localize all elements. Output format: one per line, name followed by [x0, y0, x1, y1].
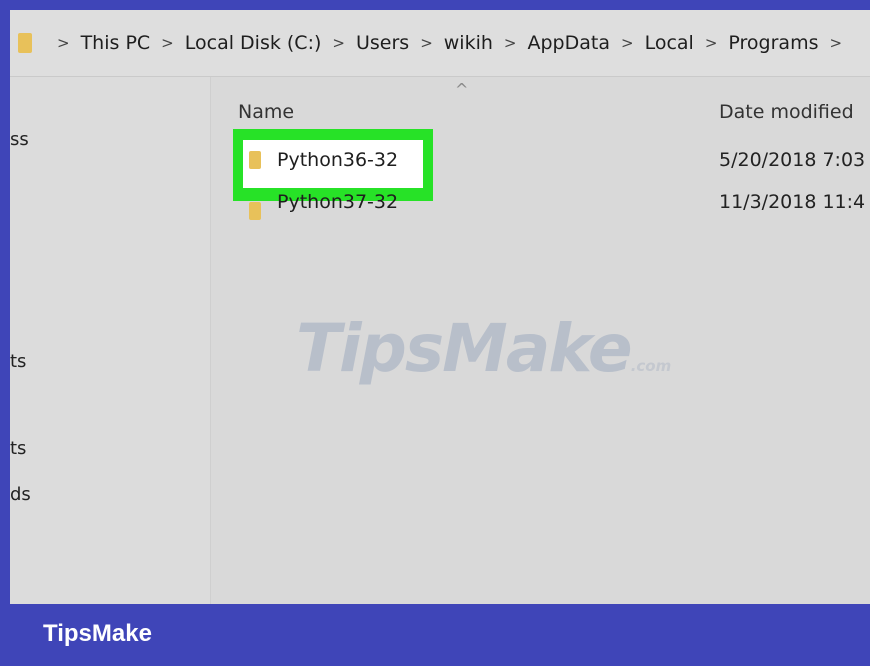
watermark-brand: TipsMake — [296, 310, 633, 387]
breadcrumb-local-disk[interactable]: Local Disk (C:) — [185, 32, 322, 54]
chevron-right-icon[interactable]: > — [57, 34, 70, 52]
address-bar[interactable]: > This PC > Local Disk (C:) > Users > wi… — [10, 10, 870, 77]
breadcrumb-appdata[interactable]: AppData — [528, 32, 611, 54]
file-list: ^ Name Date modified Python36-32 5/20/20… — [211, 77, 870, 604]
folder-icon — [249, 202, 261, 220]
breadcrumb-local[interactable]: Local — [645, 32, 694, 54]
watermark-suffix: .com — [630, 357, 672, 375]
nav-item[interactable]: ts — [10, 438, 26, 459]
nav-item[interactable]: ds — [10, 484, 31, 505]
watermark: TipsMake.com — [296, 310, 671, 387]
footer-brand: TipsMake — [43, 620, 152, 647]
column-header-date-modified[interactable]: Date modified — [719, 101, 854, 123]
chevron-right-icon[interactable]: > — [332, 34, 345, 52]
file-explorer-window: > This PC > Local Disk (C:) > Users > wi… — [10, 10, 870, 604]
file-row-name[interactable]: Python37-32 — [277, 191, 398, 213]
chevron-right-icon[interactable]: > — [621, 34, 634, 52]
chevron-right-icon[interactable]: > — [504, 34, 517, 52]
file-row-name[interactable]: Python36-32 — [277, 149, 398, 171]
chevron-right-icon[interactable]: > — [705, 34, 718, 52]
breadcrumb-wikih[interactable]: wikih — [444, 32, 493, 54]
file-row-date: 5/20/2018 7:03 — [719, 149, 866, 171]
file-row-date: 11/3/2018 11:4 — [719, 191, 866, 213]
sort-ascending-icon[interactable]: ^ — [455, 80, 468, 99]
folder-icon — [249, 151, 261, 169]
chevron-right-icon[interactable]: > — [420, 34, 433, 52]
breadcrumb-this-pc[interactable]: This PC — [81, 32, 151, 54]
nav-item[interactable]: ts — [10, 351, 26, 372]
folder-icon — [18, 33, 32, 53]
navigation-pane: ss ts ts ds — [10, 77, 211, 604]
breadcrumb-users[interactable]: Users — [356, 32, 409, 54]
chevron-right-icon[interactable]: > — [829, 34, 842, 52]
column-header-name[interactable]: Name — [238, 101, 294, 123]
chevron-right-icon[interactable]: > — [161, 34, 174, 52]
nav-item[interactable]: ss — [10, 129, 29, 150]
breadcrumb-programs[interactable]: Programs — [728, 32, 818, 54]
